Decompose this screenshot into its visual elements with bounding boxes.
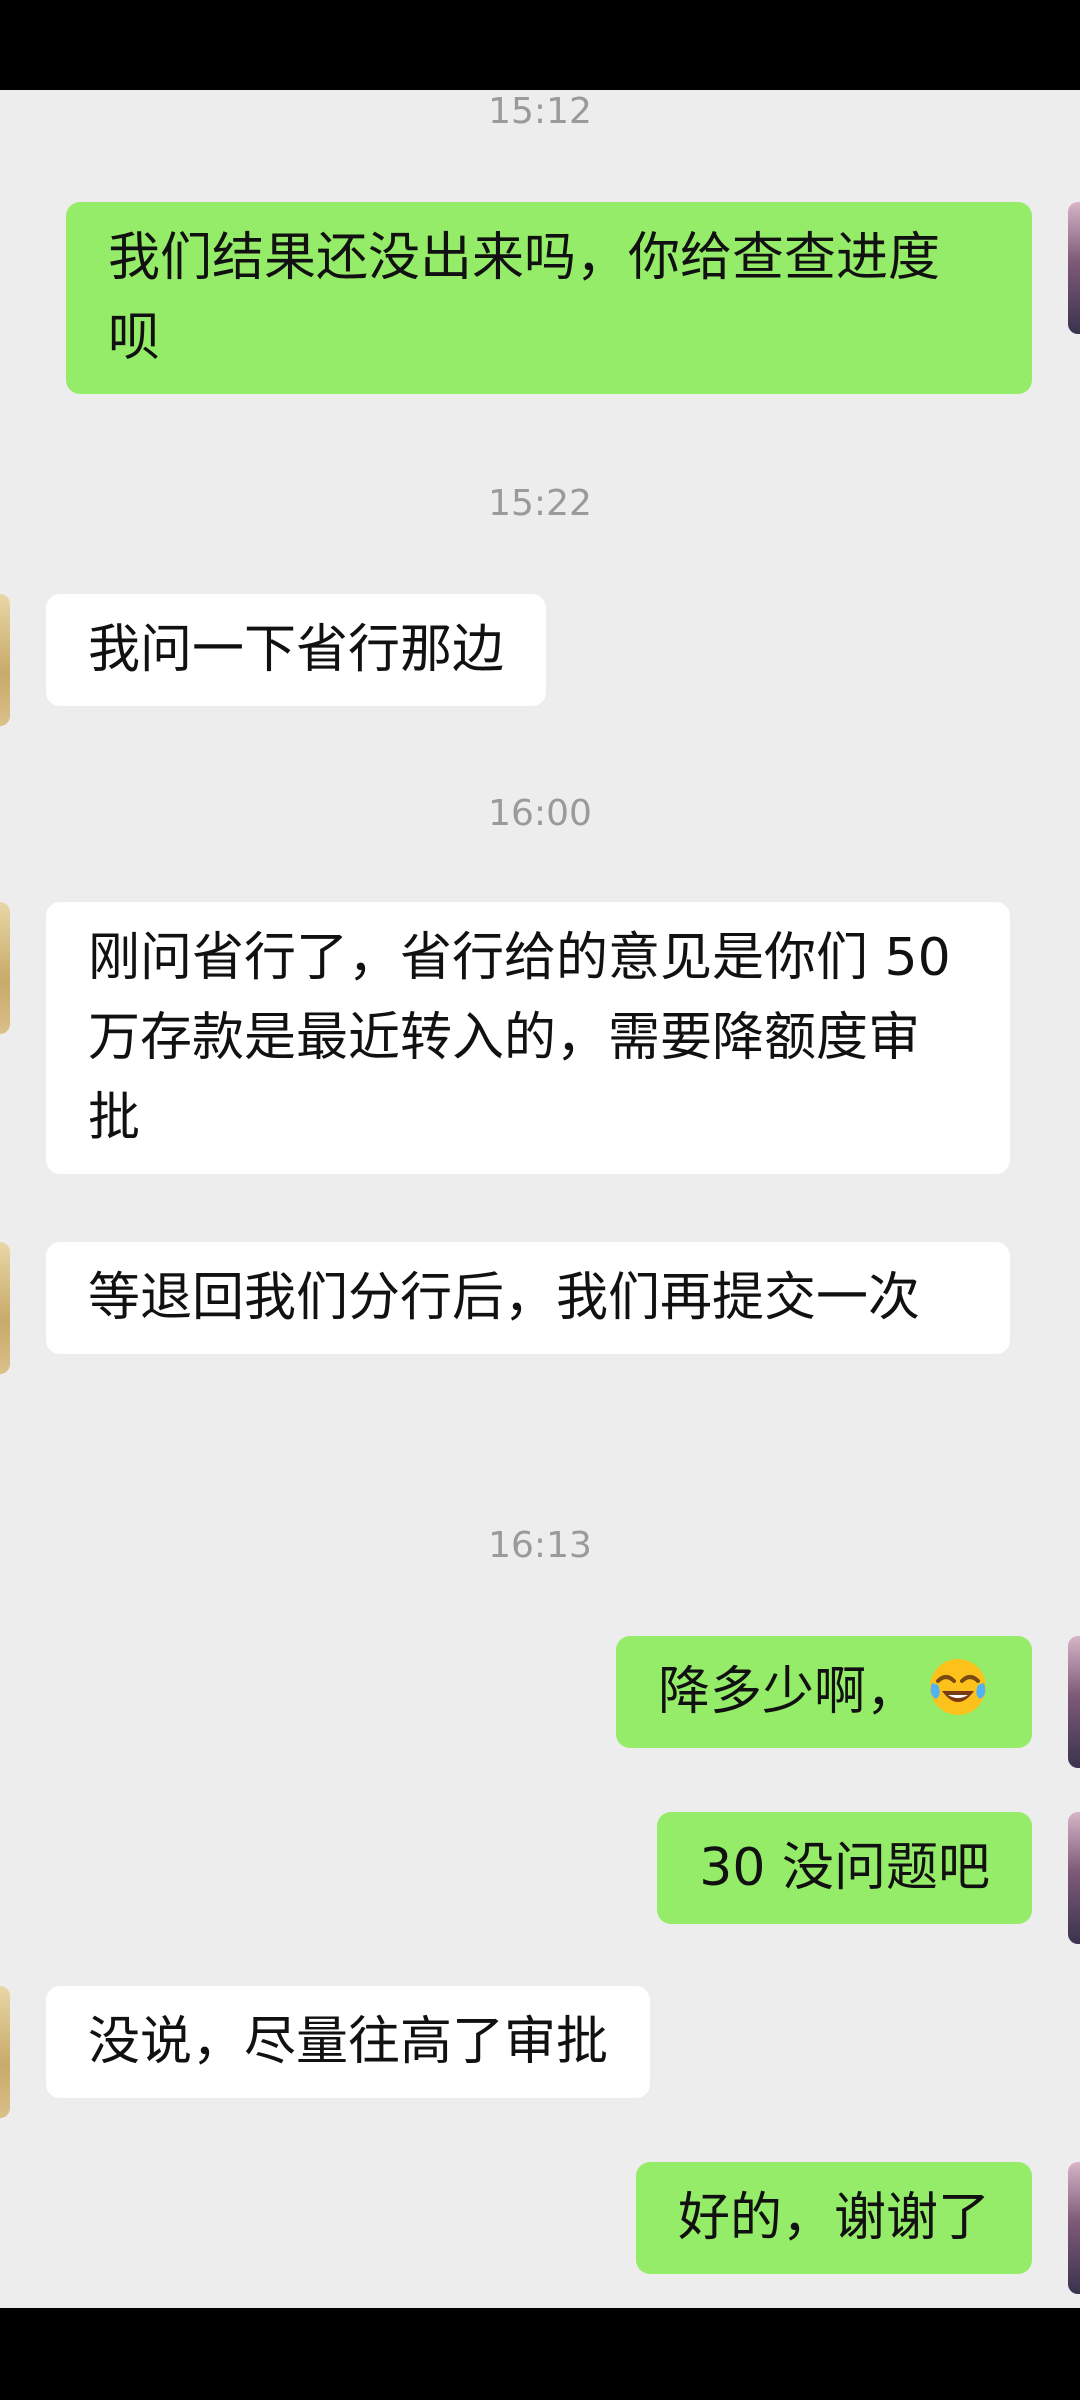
contact-avatar[interactable] xyxy=(0,1242,10,1374)
incoming-message[interactable]: 等退回我们分行后，我们再提交一次 xyxy=(46,1242,1010,1354)
timestamp: 15:22 xyxy=(488,483,592,524)
chat-message-list[interactable]: 15:12 我们结果还没出来吗，你给查查进度呗 15:22 我问一下省行那边 1… xyxy=(0,90,1080,2308)
contact-avatar[interactable] xyxy=(0,902,10,1034)
my-avatar[interactable] xyxy=(1068,2162,1080,2294)
contact-avatar[interactable] xyxy=(0,1986,10,2118)
tears-of-joy-emoji xyxy=(930,1659,986,1715)
incoming-message[interactable]: 我问一下省行那边 xyxy=(46,594,547,706)
message-text: 降多少啊， xyxy=(657,1662,918,1722)
incoming-message[interactable]: 没说，尽量往高了审批 xyxy=(46,1986,651,2098)
status-bar xyxy=(0,0,1080,90)
timestamp: 15:12 xyxy=(488,91,592,132)
timestamp: 16:13 xyxy=(488,1525,592,1566)
my-avatar[interactable] xyxy=(1068,1812,1080,1944)
outgoing-message[interactable]: 30 没问题吧 xyxy=(657,1812,1032,1924)
contact-avatar[interactable] xyxy=(0,594,10,726)
outgoing-message[interactable]: 降多少啊， xyxy=(615,1636,1032,1748)
timestamp: 16:00 xyxy=(488,793,592,834)
my-avatar[interactable] xyxy=(1068,202,1080,334)
incoming-message[interactable]: 刚问省行了，省行给的意见是你们 50 万存款是最近转入的，需要降额度审批 xyxy=(46,902,1010,1174)
my-avatar[interactable] xyxy=(1068,1636,1080,1768)
outgoing-message[interactable]: 好的，谢谢了 xyxy=(635,2162,1032,2274)
outgoing-message[interactable]: 我们结果还没出来吗，你给查查进度呗 xyxy=(66,202,1032,394)
navigation-bar xyxy=(0,2308,1080,2400)
